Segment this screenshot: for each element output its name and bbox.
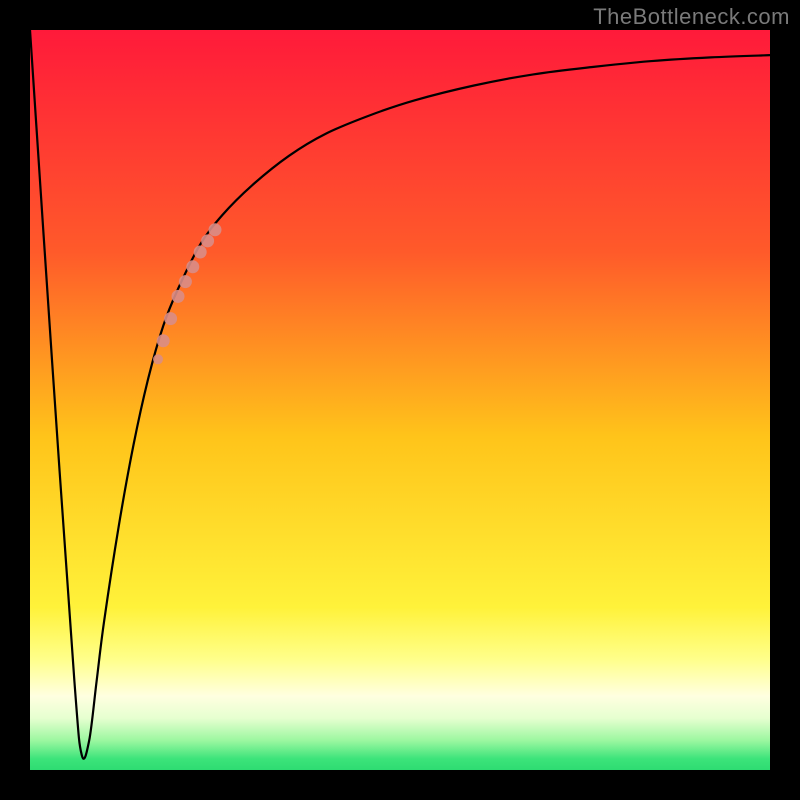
chart-container: TheBottleneck.com: [0, 0, 800, 800]
attribution-label: TheBottleneck.com: [593, 4, 790, 30]
background-gradient: [30, 30, 770, 770]
plot-area: [30, 30, 770, 770]
